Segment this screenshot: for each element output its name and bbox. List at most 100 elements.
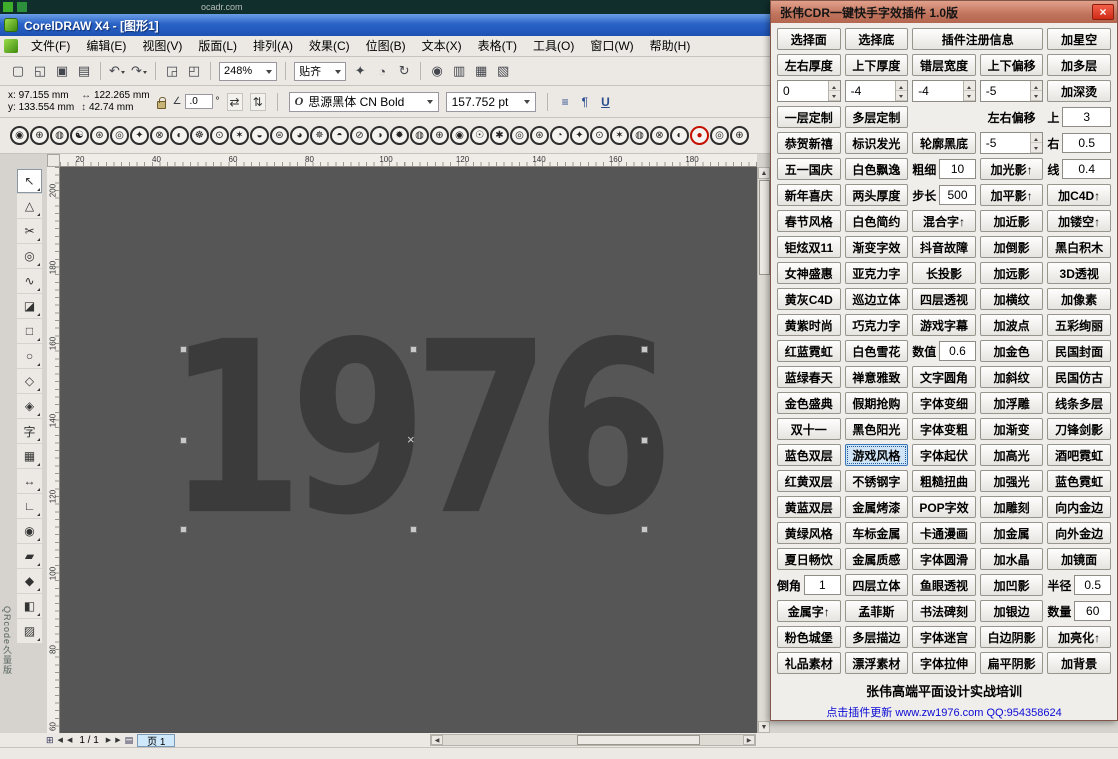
symbol-icon[interactable]: ◑ bbox=[370, 126, 389, 145]
symbol-icon[interactable]: ◕ bbox=[290, 126, 309, 145]
effect-button[interactable]: 夏日畅饮 bbox=[777, 548, 841, 570]
scroll-right-icon[interactable]: ▶ bbox=[743, 735, 755, 745]
effect-button[interactable]: 线条多层 bbox=[1047, 392, 1111, 414]
rectangle-tool[interactable]: □ bbox=[17, 319, 42, 343]
smart-fill-tool[interactable]: ◪ bbox=[17, 294, 42, 318]
effect-button[interactable]: 加金色 bbox=[979, 340, 1044, 362]
effect-button[interactable]: 渐变字效 bbox=[844, 236, 909, 258]
effect-button[interactable]: 黑色阳光 bbox=[844, 418, 909, 440]
spin-up-icon[interactable] bbox=[828, 81, 840, 91]
spin-down-icon[interactable] bbox=[963, 91, 975, 101]
effect-button[interactable]: 加星空 bbox=[1047, 28, 1111, 50]
effect-button[interactable]: 新年喜庆 bbox=[777, 184, 841, 206]
mirror-horizontal-icon[interactable]: ⇄ bbox=[226, 92, 243, 111]
spin-arrows[interactable] bbox=[827, 81, 840, 101]
effect-button[interactable]: 加高光 bbox=[979, 444, 1044, 466]
vertical-scrollbar[interactable]: ▲ ▼ bbox=[757, 167, 770, 733]
menu-item-10[interactable]: 窗口(W) bbox=[582, 37, 641, 55]
effect-button[interactable]: 书法碑刻 bbox=[912, 600, 976, 622]
effect-button[interactable]: 黑白积木 bbox=[1047, 236, 1111, 258]
polygon-tool[interactable]: ◇ bbox=[17, 369, 42, 393]
effect-button[interactable]: 轮廓黑底 bbox=[912, 132, 976, 154]
param-value[interactable]: 500 bbox=[939, 185, 976, 205]
symbol-icon[interactable]: ◔ bbox=[550, 126, 569, 145]
menu-item-7[interactable]: 文本(X) bbox=[414, 37, 470, 55]
spin-up-icon[interactable] bbox=[896, 81, 908, 91]
options-icon[interactable]: ◔ bbox=[372, 61, 392, 81]
menu-item-5[interactable]: 效果(C) bbox=[301, 37, 358, 55]
param-value[interactable]: 0.4 bbox=[1062, 159, 1111, 179]
effect-button[interactable]: 五彩绚丽 bbox=[1047, 314, 1111, 336]
effect-button[interactable]: 加镜面 bbox=[1047, 548, 1111, 570]
effect-button[interactable]: 加水晶 bbox=[979, 548, 1044, 570]
effect-button[interactable]: 选择面 bbox=[777, 28, 841, 50]
effect-button[interactable]: 加横纹 bbox=[979, 288, 1044, 310]
interactive-fill-tool[interactable]: ▨ bbox=[17, 619, 42, 643]
canvas[interactable]: 1976 × bbox=[60, 167, 757, 733]
effect-button[interactable]: 恭贺新禧 bbox=[777, 132, 841, 154]
scroll-up-icon[interactable]: ▲ bbox=[758, 167, 770, 179]
print-icon[interactable]: ▤ bbox=[74, 61, 94, 81]
menu-item-11[interactable]: 帮助(H) bbox=[642, 37, 699, 55]
spin-arrows[interactable] bbox=[1030, 81, 1043, 101]
font-size-combo[interactable]: 157.752 pt bbox=[445, 91, 536, 112]
scroll-left-icon[interactable]: ◀ bbox=[431, 735, 443, 745]
effect-button[interactable]: 错层宽度 bbox=[912, 54, 976, 76]
shape-tool[interactable]: △ bbox=[17, 194, 42, 218]
table-tool[interactable]: ▦ bbox=[17, 444, 42, 468]
prev-page-icon[interactable]: ◀ bbox=[67, 736, 72, 744]
effect-button[interactable]: 字体起伏 bbox=[912, 444, 976, 466]
effect-button[interactable]: 扁平阴影 bbox=[979, 652, 1044, 674]
effect-button[interactable]: 金色盛典 bbox=[777, 392, 841, 414]
symbol-icon[interactable]: ◎ bbox=[510, 126, 529, 145]
effect-button[interactable]: 加背景 bbox=[1047, 652, 1111, 674]
plugin-update-link[interactable]: 点击插件更新 www.zw1976.com QQ:954358624 bbox=[771, 704, 1117, 720]
dimension-tool[interactable]: ↔ bbox=[17, 469, 42, 493]
param-value[interactable]: 1 bbox=[804, 575, 841, 595]
effect-button[interactable]: 加平影↑ bbox=[979, 184, 1044, 206]
effect-button[interactable]: 钜炫双11 bbox=[777, 236, 841, 258]
symbol-icon[interactable]: ✶ bbox=[610, 126, 629, 145]
selection-handle-middle-right[interactable] bbox=[641, 437, 648, 444]
effect-button[interactable]: 选择底 bbox=[844, 28, 909, 50]
symbol-icon[interactable]: ☯ bbox=[70, 126, 89, 145]
param-value[interactable]: 0.5 bbox=[1062, 133, 1111, 153]
redo-icon[interactable]: ↷ bbox=[129, 61, 149, 81]
effect-button[interactable]: 红黄双层 bbox=[777, 470, 841, 492]
effect-button[interactable]: 加浮雕 bbox=[979, 392, 1044, 414]
symbol-icon[interactable]: ✱ bbox=[490, 126, 509, 145]
effect-button[interactable]: 上下厚度 bbox=[844, 54, 909, 76]
effect-button[interactable]: 左右厚度 bbox=[777, 54, 841, 76]
crop-tool[interactable]: ✂ bbox=[17, 219, 42, 243]
effect-button[interactable]: 游戏字幕 bbox=[912, 314, 976, 336]
open-icon[interactable]: ◱ bbox=[30, 61, 50, 81]
first-page-icon[interactable]: ◀ bbox=[58, 736, 63, 744]
effect-button[interactable]: 加远影 bbox=[979, 262, 1044, 284]
effect-button[interactable]: 长投影 bbox=[912, 262, 976, 284]
effect-button[interactable]: 黄绿风格 bbox=[777, 522, 841, 544]
effect-button[interactable]: 多层描边 bbox=[844, 626, 909, 648]
effect-button[interactable]: 字体变细 bbox=[912, 392, 976, 414]
symbol-icon[interactable]: ⊘ bbox=[350, 126, 369, 145]
effect-button[interactable]: 亚克力字 bbox=[844, 262, 909, 284]
paragraph-icon[interactable]: ¶ bbox=[579, 95, 591, 109]
symbol-icon[interactable]: ◓ bbox=[330, 126, 349, 145]
selection-handle-top-center[interactable] bbox=[410, 346, 417, 353]
effect-button[interactable]: 加深烫 bbox=[1047, 80, 1111, 102]
spin-input[interactable]: -4 bbox=[844, 80, 909, 102]
menu-item-0[interactable]: 文件(F) bbox=[23, 37, 78, 55]
param-value[interactable]: 3 bbox=[1062, 107, 1111, 127]
last-page-icon[interactable]: ▶ bbox=[115, 736, 120, 744]
effect-button[interactable]: 漂浮素材 bbox=[844, 652, 909, 674]
effect-button[interactable]: 巡边立体 bbox=[844, 288, 909, 310]
blend-tool[interactable]: ◉ bbox=[17, 519, 42, 543]
spin-down-icon[interactable] bbox=[1031, 91, 1043, 101]
symbol-icon[interactable]: ☉ bbox=[470, 126, 489, 145]
effect-button[interactable]: 3D透视 bbox=[1047, 262, 1111, 284]
new-document-icon[interactable]: ▢ bbox=[8, 61, 28, 81]
effect-button[interactable]: 白色简约 bbox=[844, 210, 909, 232]
symbol-icon[interactable]: ⊙ bbox=[210, 126, 229, 145]
symbol-icon[interactable]: ◍ bbox=[630, 126, 649, 145]
symbol-icon[interactable]: ⊕ bbox=[430, 126, 449, 145]
spin-up-icon[interactable] bbox=[1031, 81, 1043, 91]
